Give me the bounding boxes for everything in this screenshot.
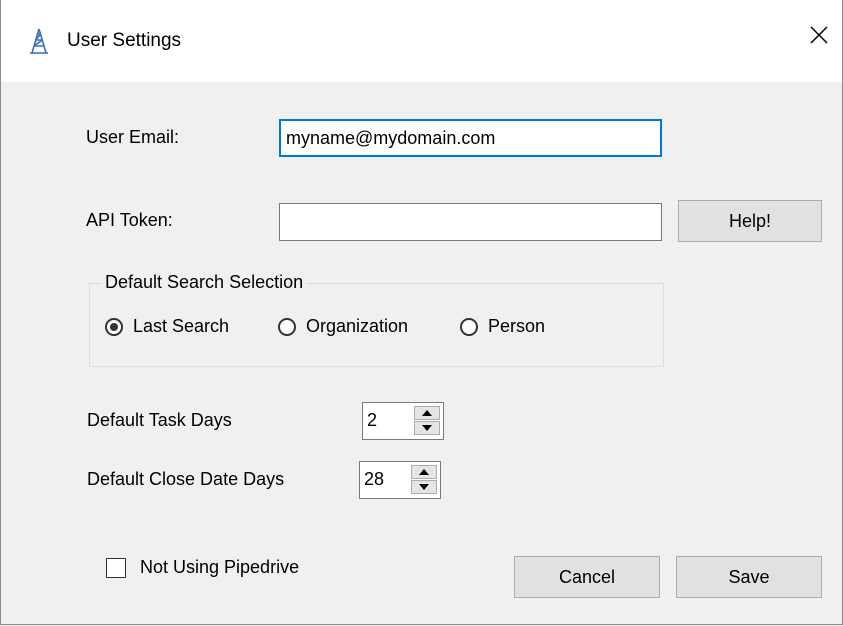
close-button[interactable]	[796, 12, 842, 58]
window-title: User Settings	[67, 30, 182, 51]
default-close-date-days-spinner[interactable]: 28	[359, 461, 441, 499]
radio-label: Last Search	[133, 316, 230, 336]
spin-up-button[interactable]	[414, 406, 440, 420]
default-search-group-title: Default Search Selection	[101, 272, 308, 293]
cancel-button[interactable]: Cancel	[514, 556, 660, 598]
radio-organization[interactable]: Organization	[278, 316, 408, 337]
radio-label: Person	[488, 316, 546, 336]
default-task-days-value[interactable]: 2	[367, 410, 377, 431]
user-email-label: User Email:	[86, 127, 180, 147]
radio-person[interactable]: Person	[460, 316, 545, 337]
arrow-down-icon	[422, 425, 432, 431]
user-settings-dialog: User Settings User Email: API Token: Hel…	[0, 0, 843, 625]
arrow-down-icon	[419, 484, 429, 490]
default-close-date-days-label: Default Close Date Days	[87, 469, 285, 489]
radio-label: Organization	[306, 316, 409, 336]
not-using-pipedrive-label: Not Using Pipedrive	[140, 557, 300, 577]
radio-selected-icon	[105, 317, 123, 336]
tower-icon	[27, 28, 51, 54]
default-task-days-spinner[interactable]: 2	[362, 402, 444, 440]
user-email-input[interactable]	[279, 119, 662, 157]
close-icon	[810, 26, 828, 44]
arrow-up-icon	[422, 410, 432, 416]
help-button[interactable]: Help!	[678, 200, 822, 242]
spin-up-button[interactable]	[411, 465, 437, 479]
spin-down-button[interactable]	[414, 421, 440, 435]
radio-unselected-icon	[278, 317, 296, 336]
save-button[interactable]: Save	[676, 556, 822, 598]
radio-unselected-icon	[460, 317, 478, 336]
spin-down-button[interactable]	[411, 480, 437, 494]
default-task-days-label: Default Task Days	[87, 410, 232, 430]
radio-last-search[interactable]: Last Search	[105, 316, 229, 337]
arrow-up-icon	[419, 469, 429, 475]
api-token-input[interactable]	[279, 203, 662, 241]
api-token-label: API Token:	[86, 210, 173, 230]
checkbox-icon	[106, 557, 126, 578]
not-using-pipedrive-checkbox[interactable]: Not Using Pipedrive	[106, 557, 299, 578]
title-bar: User Settings	[1, 0, 842, 82]
default-close-date-days-value[interactable]: 28	[364, 469, 384, 490]
